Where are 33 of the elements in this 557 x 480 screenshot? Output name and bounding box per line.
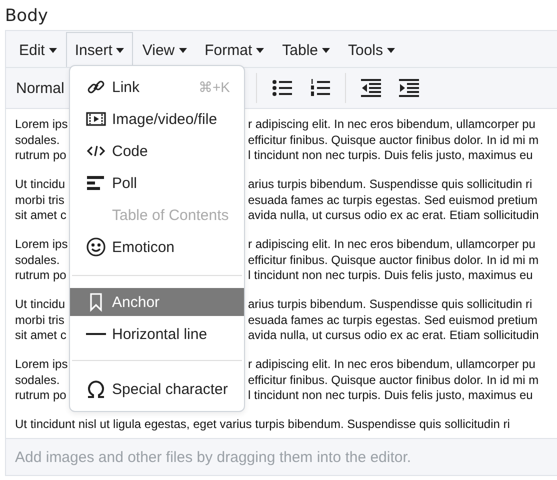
body-text: sit amet c (15, 208, 66, 222)
body-text: r adipiscing elit. In nec eros bibendum, ullamcorper pu (248, 237, 536, 252)
body-text: rutrum po (15, 148, 66, 162)
body-text: Lorem ips (15, 117, 68, 131)
body-text: efficitur finibus. Quisque auctor finibus dolor. In id mi m (248, 132, 539, 148)
body-text: arius turpis bibendum. Suspendisse quis sollicitudin ri (248, 177, 532, 192)
body-text: r adipiscing elit. In nec eros bibendum, ullamcorper pu (248, 117, 536, 132)
body-text: morbi tris (15, 312, 64, 326)
body-text: avida nulla, ut cursus odio ex ac erat. Etiam sollicitudin (248, 208, 539, 224)
body-text: r adipiscing elit. In nec eros bibendum, ullamcorper pu (248, 357, 536, 372)
field-label: Body (5, 5, 49, 28)
body-text: efficitur finibus. Quisque auctor finibus dolor. In id mi m (248, 372, 539, 388)
body-text: esuada fames ac turpis egestas. Sed euismod pretium (248, 192, 538, 208)
body-text: sit amet c (15, 328, 66, 342)
body-text: morbi tris (15, 192, 64, 206)
body-text: Ut tincidu (15, 297, 66, 311)
body-text: Ut tincidunt nisl ut ligula egestas, eget varius turpis bibendum. Suspendisse quis sollicitudin ri (15, 417, 510, 432)
body-text: arius turpis bibendum. Suspendisse quis sollicitudin ri (248, 297, 532, 312)
body-text: avida nulla, ut cursus odio ex ac erat. Etiam sollicitudin (248, 328, 539, 344)
body-text: sodales. (15, 252, 60, 266)
body-text: Lorem ips (15, 237, 68, 251)
body-text: rutrum po (15, 268, 66, 282)
body-text: sodales. (15, 372, 60, 386)
body-text: efficitur finibus. Quisque auctor finibus dolor. In id mi m (248, 252, 539, 268)
body-text: esuada fames ac turpis egestas. Sed euismod pretium (248, 312, 538, 328)
body-text: l tincidunt non nec turpis. Duis felis justo, maximus eu (248, 388, 533, 404)
body-text: l tincidunt non nec turpis. Duis felis justo, maximus eu (248, 148, 533, 164)
body-text: rutrum po (15, 388, 66, 402)
body-text: sodales. (15, 132, 60, 146)
status-text: Add images and other files by dragging them into the editor. (15, 448, 412, 466)
body-text: l tincidunt non nec turpis. Duis felis justo, maximus eu (248, 268, 533, 284)
body-text: Lorem ips (15, 357, 68, 371)
body-text: Ut tincidu (15, 177, 66, 191)
